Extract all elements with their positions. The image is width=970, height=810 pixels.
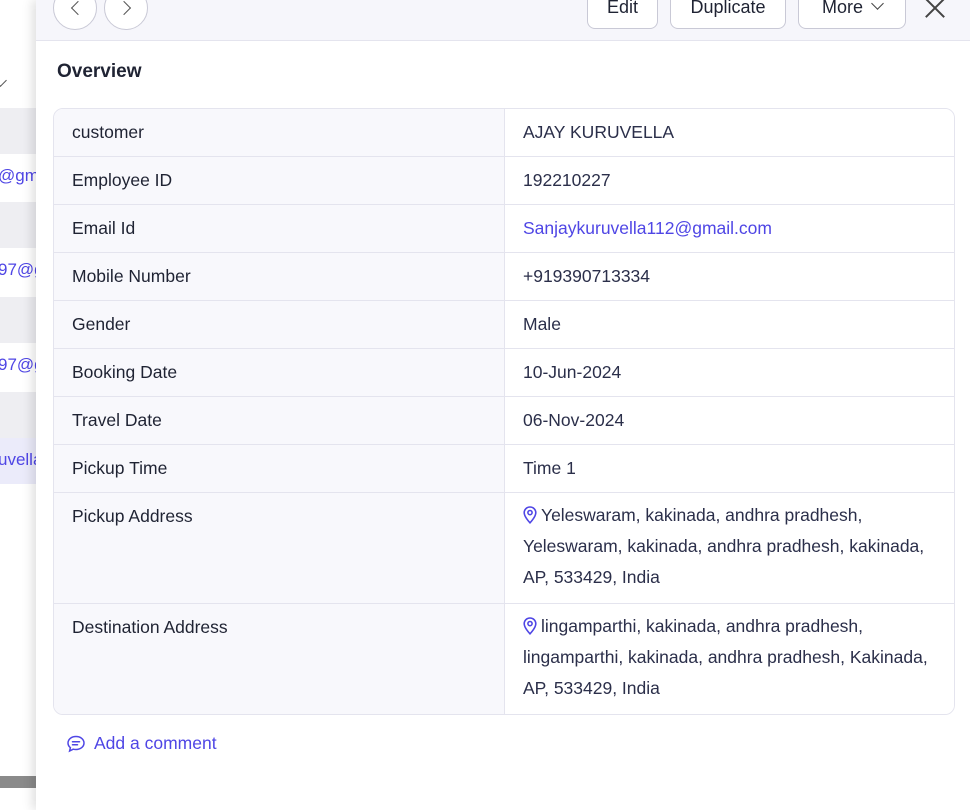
detail-row-pickup-time: Pickup Time Time 1	[54, 444, 954, 492]
next-record-button[interactable]	[104, 0, 148, 30]
field-label: Employee ID	[54, 157, 505, 204]
field-label: Travel Date	[54, 397, 505, 444]
travel-date-value: 06-Nov-2024	[505, 397, 954, 444]
background-row-band	[0, 202, 36, 248]
chevron-down-icon	[0, 74, 7, 87]
detail-row-travel-date: Travel Date 06-Nov-2024	[54, 396, 954, 444]
pickup-address-cell: Yeleswaram, kakinada, andhra pradhesh, Y…	[505, 493, 954, 603]
comment-icon	[67, 735, 85, 752]
destination-address-value: lingamparthi, kakinada, andhra pradhesh,…	[523, 616, 928, 698]
background-name-fragment[interactable]: uvella	[0, 450, 36, 470]
drawer-header: Edit Duplicate More	[36, 0, 970, 41]
add-comment-button[interactable]: Add a comment	[66, 733, 217, 754]
duplicate-button[interactable]: Duplicate	[670, 0, 786, 29]
detail-row-destination-address: Destination Address lingamparthi, kakina…	[54, 603, 954, 714]
detail-row-mobile: Mobile Number +919390713334	[54, 252, 954, 300]
field-label: Booking Date	[54, 349, 505, 396]
customer-value: AJAY KURUVELLA	[505, 109, 954, 156]
detail-row-pickup-address: Pickup Address Yeleswaram, kakinada, and…	[54, 492, 954, 603]
more-button[interactable]: More	[798, 0, 906, 29]
field-label: Destination Address	[54, 604, 505, 714]
section-title: Overview	[57, 61, 142, 82]
close-icon[interactable]	[922, 0, 948, 21]
email-link[interactable]: Sanjaykuruvella112@gmail.com	[523, 218, 772, 238]
gender-value: Male	[505, 301, 954, 348]
booking-date-value: 10-Jun-2024	[505, 349, 954, 396]
edit-button[interactable]: Edit	[587, 0, 658, 29]
field-label: Gender	[54, 301, 505, 348]
background-list: @gma 97@g 97@g uvella	[0, 0, 36, 810]
field-label: Mobile Number	[54, 253, 505, 300]
chevron-down-icon	[871, 0, 884, 10]
chevron-right-icon	[116, 0, 132, 16]
detail-row-booking-date: Booking Date 10-Jun-2024	[54, 348, 954, 396]
field-label: customer	[54, 109, 505, 156]
detail-row-gender: Gender Male	[54, 300, 954, 348]
background-row-band	[0, 108, 36, 154]
detail-row-employee-id: Employee ID 192210227	[54, 156, 954, 204]
field-label: Pickup Address	[54, 493, 505, 603]
field-label: Email Id	[54, 205, 505, 252]
background-email-fragment[interactable]: 97@g	[0, 355, 36, 375]
background-row-band	[0, 392, 36, 438]
email-value-cell: Sanjaykuruvella112@gmail.com	[505, 205, 954, 252]
overview-table: customer AJAY KURUVELLA Employee ID 1922…	[53, 108, 955, 715]
pickup-address-value: Yeleswaram, kakinada, andhra pradhesh, Y…	[523, 505, 925, 587]
chevron-left-icon	[70, 0, 86, 16]
destination-address-cell: lingamparthi, kakinada, andhra pradhesh,…	[505, 604, 954, 714]
location-pin-icon[interactable]	[523, 506, 537, 524]
pickup-time-value: Time 1	[505, 445, 954, 492]
add-comment-label: Add a comment	[94, 733, 217, 753]
record-detail-drawer: Edit Duplicate More Overview customer AJ…	[36, 0, 970, 810]
horizontal-scrollbar[interactable]	[0, 776, 36, 788]
location-pin-icon[interactable]	[523, 617, 537, 635]
previous-record-button[interactable]	[53, 0, 97, 30]
employee-id-value: 192210227	[505, 157, 954, 204]
background-email-fragment[interactable]: 97@g	[0, 260, 36, 280]
more-label: More	[821, 0, 863, 17]
mobile-value: +919390713334	[505, 253, 954, 300]
detail-row-customer: customer AJAY KURUVELLA	[54, 109, 954, 156]
detail-row-email: Email Id Sanjaykuruvella112@gmail.com	[54, 204, 954, 252]
background-email-fragment[interactable]: @gma	[0, 166, 36, 186]
field-label: Pickup Time	[54, 445, 505, 492]
background-row-band	[0, 297, 36, 343]
